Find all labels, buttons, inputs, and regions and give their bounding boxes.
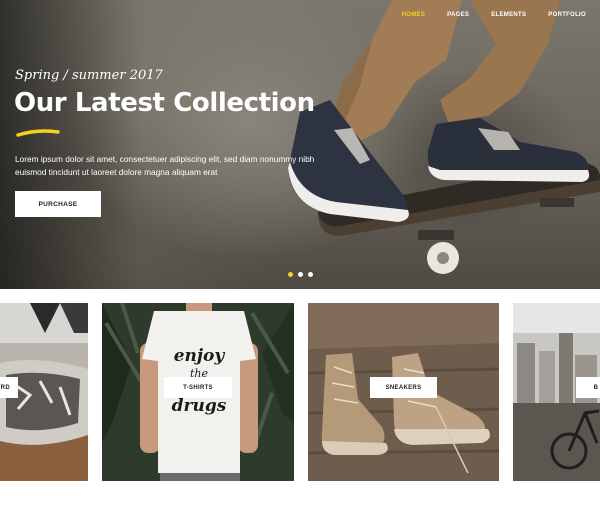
category-tile-bikes[interactable]: B <box>513 303 600 481</box>
nav-item-elements[interactable]: ELEMENTS <box>491 12 526 18</box>
slider-dot-2[interactable] <box>298 272 303 277</box>
nav-item-portfolio[interactable]: PORTFOLIO <box>548 12 586 18</box>
accent-underline <box>16 129 60 137</box>
shirt-print-enjoy: enjoy <box>174 346 226 366</box>
purchase-button[interactable]: PURCHASE <box>15 191 101 217</box>
shirt-print-drugs: drugs <box>172 396 227 416</box>
category-label-sneakers: SNEAKERS <box>370 377 437 398</box>
hero-subtitle: Spring / summer 2017 <box>15 68 163 83</box>
category-label-tshirts: T-SHIRTS <box>164 377 232 398</box>
hero-skater-image <box>288 0 600 274</box>
slider-dots <box>288 272 313 277</box>
main-nav: HOMES PAGES ELEMENTS PORTFOLIO <box>402 12 586 18</box>
slider-dot-3[interactable] <box>308 272 313 277</box>
slider-dot-1[interactable] <box>288 272 293 277</box>
category-tile-tshirts[interactable]: enjoy the drugs T-SHIRTS <box>102 303 294 481</box>
hero-title: Our Latest Collection <box>14 88 315 118</box>
hero-description: Lorem ipsum dolor sit amet, consectetuer… <box>15 154 315 177</box>
category-label-bikes: B <box>576 377 600 398</box>
hero-banner: HOMES PAGES ELEMENTS PORTFOLIO Spring / … <box>0 0 600 289</box>
category-tile-board[interactable]: ARD <box>0 303 88 481</box>
category-label-board: ARD <box>0 377 18 398</box>
nav-item-pages[interactable]: PAGES <box>447 12 469 18</box>
nav-item-homes[interactable]: HOMES <box>402 12 426 18</box>
category-tile-sneakers[interactable]: SNEAKERS <box>308 303 499 481</box>
